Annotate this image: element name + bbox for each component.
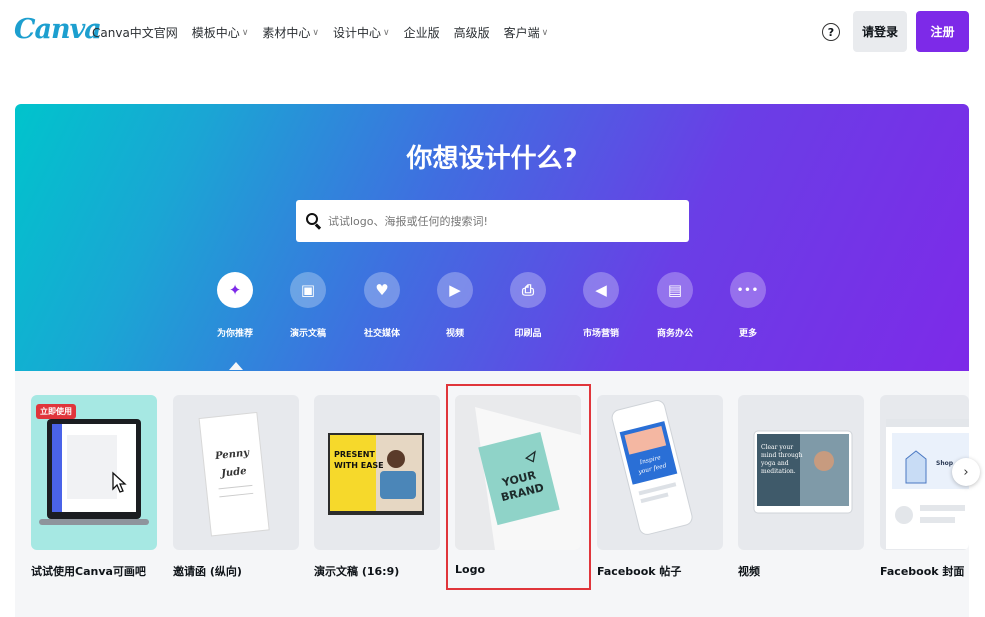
template-strip: 立即使用 试试使用Canva可画吧 Penny Jude 邀请函 (纵向) PR… <box>15 371 980 617</box>
svg-text:WITH EASE: WITH EASE <box>334 461 384 470</box>
invitation-thumbnail: Penny Jude <box>198 411 270 537</box>
nav-item-label: 设计中心 <box>333 26 382 40</box>
category-label: 演示文稿 <box>289 329 326 339</box>
template-label[interactable]: 演示文稿 (16:9) <box>314 563 399 579</box>
search-icon <box>306 213 322 230</box>
template-card-invitation[interactable]: Penny Jude <box>173 395 299 550</box>
nav-item-label: 素材中心 <box>262 26 311 40</box>
category-social-media[interactable]: ♥ 社交媒体 <box>347 272 417 339</box>
search-bar[interactable] <box>296 200 689 242</box>
chevron-right-icon[interactable]: › <box>952 458 980 486</box>
facebook-post-thumbnail: Inspire your feed <box>611 400 693 535</box>
category-label: 市场营销 <box>582 329 619 339</box>
briefcase-icon: ▤ <box>657 272 693 308</box>
presentation-icon: ▣ <box>290 272 326 308</box>
try-now-badge: 立即使用 <box>36 404 76 419</box>
icon-glyph: ▶ <box>449 281 461 299</box>
category-row: ✦ 为你推荐 ▣ 演示文稿 ♥ 社交媒体 ▶ 视频 ⎙ 印刷品 ◀ 市场营销 ▤… <box>15 272 969 370</box>
template-card-try-canva[interactable]: 立即使用 <box>31 395 157 550</box>
category-label: 社交媒体 <box>363 329 400 339</box>
nav-item-client[interactable]: 客户端 ∨ <box>504 24 549 41</box>
icon-glyph: ✦ <box>228 281 242 299</box>
nav-item-enterprise[interactable]: 企业版 <box>404 24 440 41</box>
megaphone-icon: ◀ <box>583 272 619 308</box>
category-presentations[interactable]: ▣ 演示文稿 <box>273 272 343 339</box>
signup-button[interactable]: 注册 <box>916 11 969 52</box>
nav-item-label: Canva中文官网 <box>92 26 178 40</box>
nav-item-label: 客户端 <box>503 26 540 40</box>
selection-highlight <box>446 384 591 590</box>
icon-glyph: ◀ <box>595 281 607 299</box>
more-icon: ••• <box>730 272 766 308</box>
nav-item-materials[interactable]: 素材中心 ∨ <box>262 24 319 41</box>
nav-item-design-center[interactable]: 设计中心 ∨ <box>333 24 390 41</box>
printer-icon: ⎙ <box>510 272 546 308</box>
icon-glyph: ⎙ <box>521 281 534 299</box>
category-label: 视频 <box>445 329 464 339</box>
nav-item-pro[interactable]: 高级版 <box>454 24 490 41</box>
svg-text:yoga and: yoga and <box>760 460 789 467</box>
category-label: 印刷品 <box>514 329 542 339</box>
sparkle-icon: ✦ <box>217 272 253 308</box>
svg-text:Shop: Shop <box>936 460 954 467</box>
nav-item-canva-cn[interactable]: Canva中文官网 <box>92 24 178 41</box>
svg-text:Clear your: Clear your <box>761 444 793 451</box>
nav-item-label: 企业版 <box>403 26 440 40</box>
chevron-down-icon: ∨ <box>383 27 390 38</box>
icon-glyph: ••• <box>736 284 760 296</box>
nav-item-label: 模板中心 <box>191 26 240 40</box>
category-video[interactable]: ▶ 视频 <box>420 272 490 339</box>
icon-glyph: ♥ <box>375 281 389 299</box>
video-icon: ▶ <box>437 272 473 308</box>
template-label[interactable]: 试试使用Canva可画吧 <box>31 563 146 579</box>
category-label: 为你推荐 <box>216 329 253 339</box>
presentation-thumbnail: PRESENT WITH EASE <box>328 433 424 515</box>
social-heart-icon: ♥ <box>364 272 400 308</box>
category-marketing[interactable]: ◀ 市场营销 <box>566 272 636 339</box>
template-label[interactable]: Facebook 帖子 <box>597 563 681 579</box>
chevron-down-icon: ∨ <box>241 27 249 38</box>
category-label: 更多 <box>738 329 757 339</box>
template-label[interactable]: Facebook 封面 <box>880 563 964 579</box>
category-label: 商务办公 <box>656 329 693 339</box>
main-nav: Canva中文官网 模板中心 ∨ 素材中心 ∨ 设计中心 ∨ 企业版 高级版 客户端 ∨ <box>92 24 562 41</box>
login-button[interactable]: 请登录 <box>853 11 907 52</box>
chevron-down-icon: ∨ <box>312 27 320 38</box>
category-print[interactable]: ⎙ 印刷品 <box>493 272 563 339</box>
canva-logo[interactable]: Canva <box>14 14 102 45</box>
top-navigation-bar: Canva Canva中文官网 模板中心 ∨ 素材中心 ∨ 设计中心 ∨ 企业版 高级… <box>0 0 985 66</box>
category-more[interactable]: ••• 更多 <box>713 272 783 339</box>
chevron-down-icon: ∨ <box>541 27 549 38</box>
icon-glyph: ▣ <box>300 281 316 299</box>
svg-text:meditation.: meditation. <box>761 468 796 475</box>
template-card-video[interactable]: Clear your mind through yoga and meditat… <box>738 395 864 550</box>
svg-text:PRESENT: PRESENT <box>334 450 375 459</box>
active-category-pointer <box>229 362 243 370</box>
svg-text:mind through: mind through <box>761 452 803 459</box>
nav-item-label: 高级版 <box>453 26 490 40</box>
icon-glyph: ▤ <box>667 281 683 299</box>
template-card-presentation[interactable]: PRESENT WITH EASE <box>314 395 440 550</box>
search-input[interactable] <box>328 214 668 228</box>
hero-banner: 你想设计什么? ✦ 为你推荐 ▣ 演示文稿 ♥ 社交媒体 ▶ 视频 ⎙ 印刷品 … <box>15 104 969 371</box>
category-for-you[interactable]: ✦ 为你推荐 <box>200 272 270 339</box>
hero-title: 你想设计什么? <box>406 144 578 174</box>
nav-item-templates[interactable]: 模板中心 ∨ <box>192 24 249 41</box>
template-label[interactable]: 视频 <box>738 563 760 579</box>
category-business[interactable]: ▤ 商务办公 <box>640 272 710 339</box>
template-label[interactable]: 邀请函 (纵向) <box>173 563 242 579</box>
template-card-facebook-post[interactable]: Inspire your feed <box>597 395 723 550</box>
help-icon[interactable]: ? <box>822 23 840 41</box>
video-thumbnail: Clear your mind through yoga and meditat… <box>753 430 853 514</box>
